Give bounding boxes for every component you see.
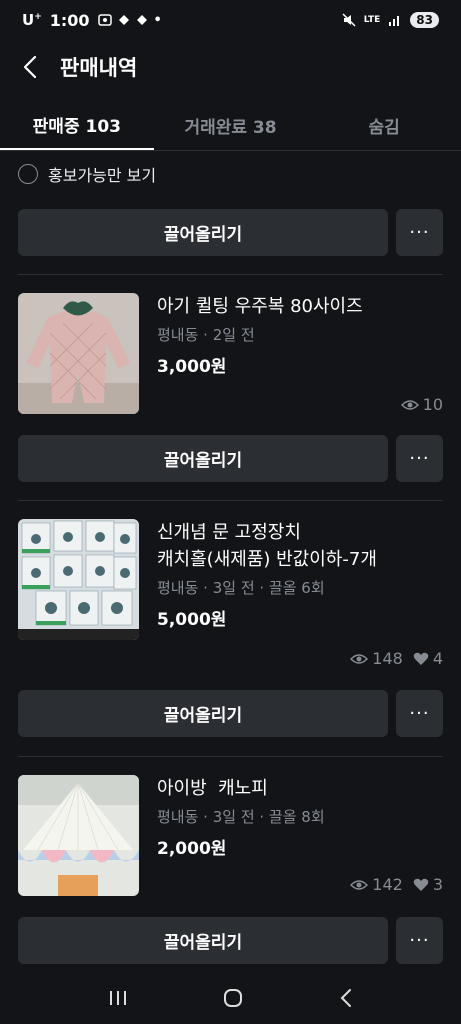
back-nav-icon[interactable] (339, 988, 353, 1008)
filter-label: 홍보가능만 보기 (48, 166, 157, 185)
view-count: 10 (422, 395, 443, 414)
action-row: 끌어올리기 ··· (18, 690, 443, 737)
action-row: 끌어올리기 ··· (18, 435, 443, 482)
screen-record-icon (97, 14, 112, 26)
view-count: 148 (372, 649, 403, 668)
divider (18, 500, 443, 501)
page-title: 판매내역 (60, 56, 138, 80)
list-item[interactable]: 아기 퀼팅 우주복 80사이즈 평내동 · 2일 전 3,000원 10 (18, 293, 443, 414)
item-price: 5,000원 (157, 610, 227, 630)
heart-icon (413, 652, 429, 665)
mute-icon (342, 13, 356, 27)
action-row: 끌어올리기 ··· (18, 209, 443, 256)
tab-bar: 판매중 103 거래완료 38 숨김 (0, 100, 461, 151)
item-title: 아이방 캐노피 (157, 778, 268, 799)
more-button[interactable]: ··· (396, 435, 443, 482)
item-price: 3,000원 (157, 357, 227, 377)
system-nav-bar (0, 972, 461, 1024)
item-meta: 평내동 · 3일 전 · 끌올 6회 (157, 579, 325, 597)
item-stats: 148 4 (350, 649, 443, 668)
signal-icon (389, 16, 400, 26)
tab-hidden[interactable]: 숨김 (307, 100, 461, 150)
eye-icon (400, 399, 419, 410)
item-thumbnail (18, 293, 139, 414)
eye-icon (350, 879, 369, 890)
like-count: 3 (432, 875, 443, 894)
more-button[interactable]: ··· (396, 209, 443, 256)
item-meta: 평내동 · 3일 전 · 끌올 8회 (157, 808, 325, 826)
promo-filter[interactable]: 홍보가능만 보기 (18, 162, 156, 186)
list-item[interactable]: 아이방 캐노피 평내동 · 3일 전 · 끌올 8회 2,000원 142 3 (18, 775, 443, 896)
bump-button[interactable]: 끌어올리기 (18, 435, 388, 482)
tab-completed[interactable]: 거래완료 38 (154, 100, 308, 150)
tab-selling[interactable]: 판매중 103 (0, 100, 154, 150)
bump-button[interactable]: 끌어올리기 (18, 690, 388, 737)
recent-apps-icon[interactable] (108, 989, 128, 1007)
item-thumbnail (18, 775, 139, 896)
item-thumbnail (18, 519, 139, 640)
app-header: 판매내역 (0, 40, 461, 94)
battery-indicator: 83 (410, 12, 439, 28)
view-count: 142 (372, 875, 403, 894)
item-title-line1: 신개념 문 고정장치 (157, 522, 301, 543)
carrier: U+ (22, 11, 42, 29)
list-item[interactable]: 신개념 문 고정장치 캐치홀(새제품) 반값이하-7개 평내동 · 3일 전 ·… (18, 519, 443, 668)
item-price: 2,000원 (157, 839, 227, 859)
status-bar: U+ 1:00 • LTE 83 (0, 0, 461, 40)
more-button[interactable]: ··· (396, 917, 443, 964)
divider (18, 756, 443, 757)
time: 1:00 (49, 10, 90, 30)
more-button[interactable]: ··· (396, 690, 443, 737)
app-notification-icon (118, 15, 129, 25)
item-stats: 142 3 (350, 875, 443, 894)
item-title-line2: 캐치홀(새제품) 반값이하-7개 (157, 549, 377, 570)
network-type: LTE (363, 15, 381, 25)
chevron-left-icon (23, 55, 37, 79)
divider (18, 274, 443, 275)
home-icon[interactable] (223, 988, 243, 1008)
item-title: 아기 퀼팅 우주복 80사이즈 (157, 296, 363, 317)
item-stats: 10 (400, 395, 443, 414)
bump-button[interactable]: 끌어올리기 (18, 209, 388, 256)
heart-icon (413, 878, 429, 891)
like-count: 4 (432, 649, 443, 668)
filter-radio[interactable] (18, 164, 38, 184)
bump-button[interactable]: 끌어올리기 (18, 917, 388, 964)
app-notification-icon-2 (136, 15, 147, 25)
item-meta: 평내동 · 2일 전 (157, 326, 255, 344)
dot-icon: • (153, 12, 162, 28)
back-button[interactable] (0, 40, 60, 94)
eye-icon (350, 653, 369, 664)
action-row: 끌어올리기 ··· (18, 917, 443, 964)
